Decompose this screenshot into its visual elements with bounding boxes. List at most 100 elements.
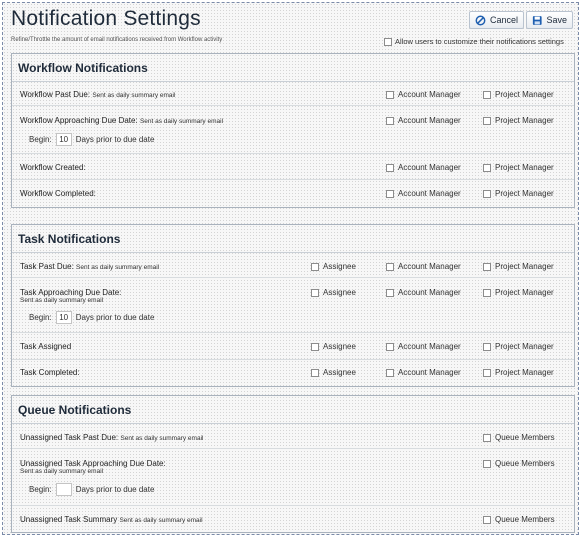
checkbox[interactable]: [483, 163, 491, 172]
queue-section-header: Queue Notifications: [12, 396, 574, 424]
page-subtitle: Refine/Throttle the amount of email noti…: [11, 37, 223, 43]
checkbox[interactable]: [483, 189, 491, 198]
workflow-completed-label: Workflow Completed:: [20, 189, 96, 198]
days-input[interactable]: [55, 483, 72, 496]
queue-summary-label: Unassigned Task Summary Sent as daily su…: [20, 515, 203, 524]
task-completed-project-manager[interactable]: Project Manager: [483, 368, 554, 377]
workflow-approaching-account-manager[interactable]: Account Manager: [386, 116, 461, 125]
workflow-section-title: Workflow Notifications: [18, 61, 148, 75]
begin-label: Begin:: [29, 485, 52, 494]
workflow-completed-row: Workflow Completed: Account Manager Proj…: [12, 180, 574, 207]
notification-settings-panel: Notification Settings Refine/Throttle th…: [2, 2, 579, 535]
task-approaching-note: Sent as daily summary email: [20, 297, 104, 304]
queue-summary-row: Unassigned Task Summary Sent as daily su…: [12, 506, 574, 532]
queue-approaching-note: Sent as daily summary email: [20, 468, 104, 475]
days-suffix: Days prior to due date: [75, 485, 155, 494]
task-begin-control: Begin: 10 Days prior to due date: [29, 311, 154, 324]
checkbox[interactable]: [386, 288, 394, 297]
task-assigned-project-manager[interactable]: Project Manager: [483, 342, 554, 351]
checkbox[interactable]: [311, 342, 319, 351]
page-title: Notification Settings: [11, 7, 201, 30]
queue-past-due-row: Unassigned Task Past Due: Sent as daily …: [12, 424, 574, 449]
task-assigned-label: Task Assigned: [20, 342, 72, 351]
checkbox[interactable]: [483, 288, 491, 297]
workflow-notifications-section: Workflow Notifications Workflow Past Due…: [11, 53, 575, 208]
checkbox[interactable]: [483, 262, 491, 271]
checkbox[interactable]: [386, 342, 394, 351]
workflow-past-due-row: Workflow Past Due: Sent as daily summary…: [12, 82, 574, 106]
task-approaching-account-manager[interactable]: Account Manager: [386, 288, 461, 297]
checkbox[interactable]: [386, 90, 394, 99]
task-approaching-row: Task Approaching Due Date: Sent as daily…: [12, 278, 574, 333]
checkbox[interactable]: [386, 163, 394, 172]
task-past-due-account-manager[interactable]: Account Manager: [386, 262, 461, 271]
workflow-completed-project-manager[interactable]: Project Manager: [483, 189, 554, 198]
allow-customize-option[interactable]: Allow users to customize their notificat…: [384, 37, 564, 46]
cancel-icon: [475, 15, 486, 25]
queue-begin-control: Begin: Days prior to due date: [29, 483, 154, 496]
cancel-label: Cancel: [489, 15, 518, 25]
queue-approaching-label: Unassigned Task Approaching Due Date:: [20, 459, 166, 468]
save-button[interactable]: Save: [526, 11, 573, 29]
checkbox[interactable]: [386, 368, 394, 377]
workflow-approaching-row: Workflow Approaching Due Date: Sent as d…: [12, 106, 574, 154]
workflow-approaching-label: Workflow Approaching Due Date: Sent as d…: [20, 116, 224, 125]
workflow-created-project-manager[interactable]: Project Manager: [483, 163, 554, 172]
days-suffix: Days prior to due date: [75, 313, 155, 322]
queue-notifications-section: Queue Notifications Unassigned Task Past…: [11, 395, 575, 533]
task-past-due-label: Task Past Due: Sent as daily summary ema…: [20, 262, 160, 271]
save-icon: [532, 15, 542, 25]
workflow-approaching-project-manager[interactable]: Project Manager: [483, 116, 554, 125]
workflow-section-header: Workflow Notifications: [12, 54, 574, 82]
allow-customize-label: Allow users to customize their notificat…: [395, 37, 564, 46]
task-assigned-row: Task Assigned Assignee Account Manager P…: [12, 333, 574, 360]
workflow-created-row: Workflow Created: Account Manager Projec…: [12, 154, 574, 180]
queue-approaching-row: Unassigned Task Approaching Due Date: Se…: [12, 449, 574, 506]
checkbox[interactable]: [483, 342, 491, 351]
task-section-title: Task Notifications: [18, 232, 121, 246]
checkbox[interactable]: [386, 262, 394, 271]
checkbox[interactable]: [483, 90, 491, 99]
checkbox[interactable]: [483, 433, 491, 442]
cancel-button[interactable]: Cancel: [469, 11, 524, 29]
task-approaching-project-manager[interactable]: Project Manager: [483, 288, 554, 297]
checkbox[interactable]: [386, 189, 394, 198]
task-notifications-section: Task Notifications Task Past Due: Sent a…: [11, 224, 575, 387]
checkbox[interactable]: [386, 116, 394, 125]
workflow-past-due-label: Workflow Past Due: Sent as daily summary…: [20, 90, 176, 99]
queue-approaching-queue-members[interactable]: Queue Members: [483, 459, 555, 468]
task-completed-account-manager[interactable]: Account Manager: [386, 368, 461, 377]
days-suffix: Days prior to due date: [75, 135, 155, 144]
workflow-completed-account-manager[interactable]: Account Manager: [386, 189, 461, 198]
queue-summary-queue-members[interactable]: Queue Members: [483, 515, 555, 524]
task-completed-assignee[interactable]: Assignee: [311, 368, 356, 377]
checkbox[interactable]: [311, 288, 319, 297]
save-label: Save: [546, 15, 567, 25]
task-completed-label: Task Completed:: [20, 368, 80, 377]
task-past-due-project-manager[interactable]: Project Manager: [483, 262, 554, 271]
workflow-past-due-project-manager[interactable]: Project Manager: [483, 90, 554, 99]
task-section-header: Task Notifications: [12, 225, 574, 253]
days-input[interactable]: 10: [55, 311, 72, 324]
task-completed-row: Task Completed: Assignee Account Manager…: [12, 360, 574, 386]
workflow-created-account-manager[interactable]: Account Manager: [386, 163, 461, 172]
task-approaching-assignee[interactable]: Assignee: [311, 288, 356, 297]
checkbox[interactable]: [483, 368, 491, 377]
begin-label: Begin:: [29, 135, 52, 144]
checkbox[interactable]: [483, 515, 491, 524]
queue-past-due-label: Unassigned Task Past Due: Sent as daily …: [20, 433, 204, 442]
begin-label: Begin:: [29, 313, 52, 322]
checkbox[interactable]: [483, 459, 491, 468]
task-assigned-assignee[interactable]: Assignee: [311, 342, 356, 351]
days-input[interactable]: 10: [55, 133, 72, 146]
checkbox[interactable]: [483, 116, 491, 125]
task-assigned-account-manager[interactable]: Account Manager: [386, 342, 461, 351]
workflow-past-due-account-manager[interactable]: Account Manager: [386, 90, 461, 99]
task-past-due-row: Task Past Due: Sent as daily summary ema…: [12, 253, 574, 278]
task-past-due-assignee[interactable]: Assignee: [311, 262, 356, 271]
queue-past-due-queue-members[interactable]: Queue Members: [483, 433, 555, 442]
checkbox[interactable]: [311, 368, 319, 377]
checkbox[interactable]: [311, 262, 319, 271]
allow-customize-checkbox[interactable]: [384, 37, 392, 46]
queue-section-title: Queue Notifications: [18, 403, 132, 417]
